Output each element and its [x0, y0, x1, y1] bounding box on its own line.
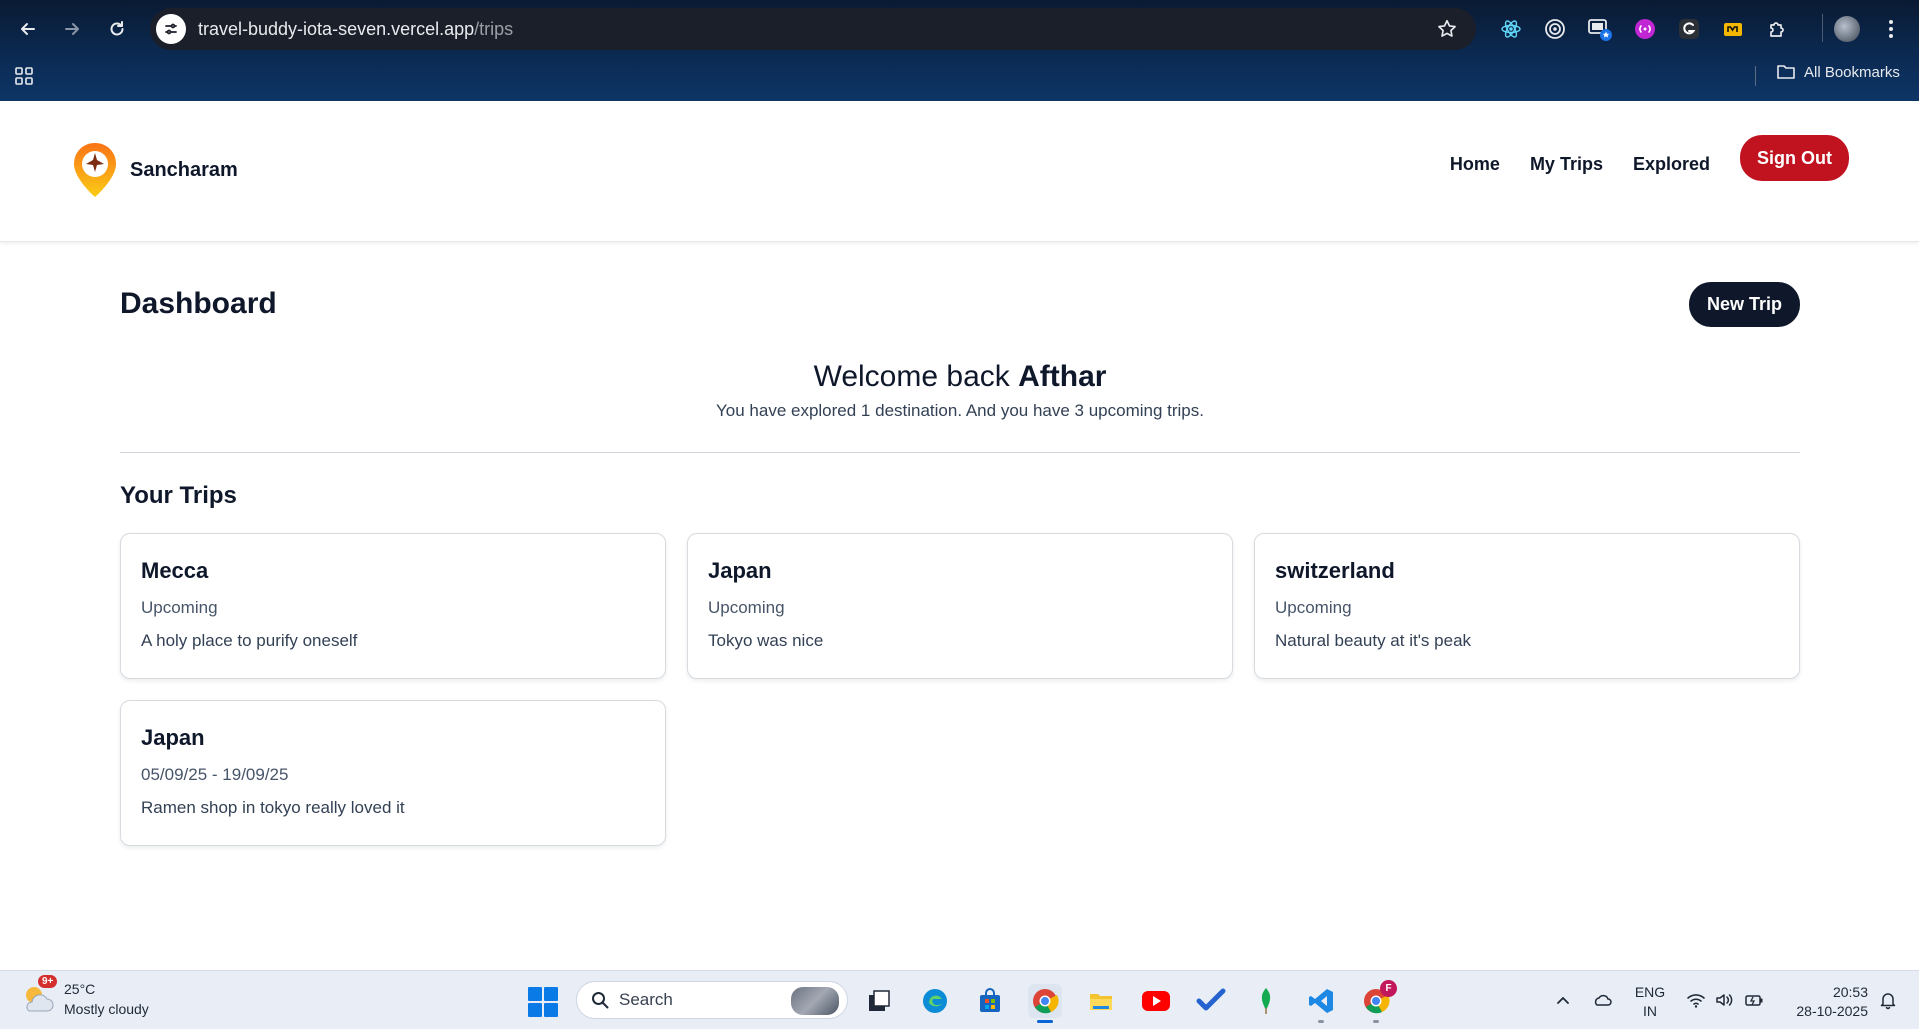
url-path: /trips — [474, 18, 514, 39]
folder-icon — [1777, 65, 1795, 79]
active-indicator — [1037, 1020, 1053, 1023]
toolbar-separator — [1822, 14, 1823, 42]
clock-time: 20:53 — [1832, 984, 1868, 1000]
grammarly-icon[interactable] — [1676, 16, 1702, 42]
apps-grid-icon[interactable] — [14, 66, 34, 86]
all-bookmarks-button[interactable]: All Bookmarks — [1776, 63, 1900, 81]
trip-status: Upcoming — [141, 598, 218, 617]
extension-yellow-icon[interactable] — [1720, 16, 1746, 42]
weather-widget[interactable]: 9+ 25°C Mostly cloudy — [20, 975, 149, 1019]
onedrive-cloud-icon[interactable] — [1592, 990, 1612, 1010]
url-text: travel-buddy-iota-seven.vercel.app/trips — [198, 19, 513, 40]
app-header: Sancharam Home My Trips Explored Sign Ou… — [0, 101, 1919, 242]
clock[interactable]: 20:53 28-10-2025 — [1778, 983, 1868, 1021]
clock-date: 28-10-2025 — [1796, 1003, 1868, 1019]
divider — [120, 452, 1800, 453]
new-trip-button[interactable]: New Trip — [1689, 282, 1800, 327]
search-highlight-icon — [791, 987, 839, 1015]
browser-toolbar: travel-buddy-iota-seven.vercel.app/trips — [0, 0, 1919, 58]
your-trips-heading: Your Trips — [120, 482, 237, 509]
notification-bell-icon[interactable] — [1878, 990, 1898, 1010]
trip-title: Japan — [708, 558, 772, 583]
weather-condition: Mostly cloudy — [64, 1001, 149, 1017]
site-info-icon[interactable] — [156, 14, 186, 44]
trip-description: Tokyo was nice — [708, 631, 824, 650]
weather-badge: 9+ — [38, 975, 58, 988]
todo-check-icon[interactable] — [1194, 984, 1228, 1018]
wifi-icon[interactable] — [1686, 990, 1706, 1010]
trip-grid: Mecca Upcoming A holy place to purify on… — [120, 533, 1800, 846]
trip-card[interactable]: Japan 05/09/25 - 19/09/25 Ramen shop in … — [120, 700, 666, 846]
nav-my-trips[interactable]: My Trips — [1530, 154, 1603, 175]
nav-home[interactable]: Home — [1450, 154, 1500, 175]
map-pin-plane-logo-icon — [74, 143, 116, 197]
chrome-profile-icon[interactable]: F — [1359, 980, 1397, 1023]
edge-icon[interactable] — [918, 984, 952, 1018]
forward-icon[interactable] — [58, 15, 86, 43]
menu-kebab-icon[interactable] — [1878, 16, 1904, 42]
vscode-icon[interactable] — [1304, 984, 1338, 1023]
screen-share-icon[interactable] — [1587, 16, 1613, 42]
url-host: travel-buddy-iota-seven.vercel.app — [198, 18, 475, 39]
profile-badge: F — [1380, 980, 1397, 997]
trip-summary: You have explored 1 destination. And you… — [716, 401, 1204, 420]
trip-card[interactable]: Mecca Upcoming A holy place to purify on… — [120, 533, 666, 679]
language-indicator[interactable]: ENG IN — [1630, 983, 1670, 1021]
welcome-prefix: Welcome back — [813, 360, 1010, 393]
trip-description: Natural beauty at it's peak — [1275, 631, 1472, 650]
brand-link[interactable]: Sancharam — [70, 141, 238, 199]
running-indicator — [1318, 1020, 1324, 1023]
task-view-icon[interactable] — [862, 984, 896, 1018]
puzzle-icon[interactable] — [1764, 16, 1790, 42]
weather-text: 25°C Mostly cloudy — [64, 979, 149, 1019]
reload-icon[interactable] — [103, 15, 131, 43]
page-title: Dashboard — [120, 287, 277, 320]
back-icon[interactable] — [14, 15, 42, 43]
running-indicator — [1373, 1020, 1379, 1023]
top-nav: Home My Trips Explored Sign Out — [1450, 135, 1849, 181]
search-icon — [592, 992, 609, 1009]
welcome-heading: Welcome back Afthar — [120, 360, 1800, 394]
region-code: IN — [1643, 1003, 1657, 1019]
battery-icon[interactable] — [1744, 990, 1764, 1010]
taskbar-search[interactable]: Search — [576, 981, 848, 1019]
chrome-taskbar-icon[interactable] — [1028, 984, 1062, 1023]
nav-explored[interactable]: Explored — [1633, 154, 1710, 175]
bookmarks-separator — [1755, 66, 1756, 86]
star-icon[interactable] — [1436, 18, 1458, 40]
lang-code: ENG — [1634, 984, 1666, 1000]
trip-card[interactable]: switzerland Upcoming Natural beauty at i… — [1254, 533, 1800, 679]
trip-card[interactable]: Japan Upcoming Tokyo was nice — [687, 533, 1233, 679]
file-explorer-icon[interactable] — [1084, 984, 1118, 1018]
trip-status: Upcoming — [1275, 598, 1352, 617]
all-bookmarks-label: All Bookmarks — [1804, 63, 1900, 81]
cloudy-weather-icon: 9+ — [20, 975, 58, 1017]
volume-icon[interactable] — [1714, 990, 1734, 1010]
trip-description: Ramen shop in tokyo really loved it — [141, 798, 405, 817]
windows-taskbar: 9+ 25°C Mostly cloudy Search F ENG IN 20… — [0, 970, 1919, 1029]
trip-description: A holy place to purify oneself — [141, 631, 358, 650]
react-devtools-icon[interactable] — [1498, 16, 1524, 42]
sign-out-button[interactable]: Sign Out — [1740, 135, 1849, 181]
address-bar[interactable]: travel-buddy-iota-seven.vercel.app/trips — [150, 8, 1476, 50]
trip-title: Japan — [141, 725, 205, 750]
temperature: 25°C — [64, 981, 96, 997]
chevron-up-icon[interactable] — [1553, 990, 1573, 1010]
bookmarks-bar: All Bookmarks — [0, 58, 1919, 101]
browser-chrome: travel-buddy-iota-seven.vercel.app/trips — [0, 0, 1919, 101]
trip-dates: 05/09/25 - 19/09/25 — [141, 765, 289, 784]
user-name: Afthar — [1018, 360, 1107, 393]
mongodb-icon[interactable] — [1249, 984, 1283, 1018]
target-icon[interactable] — [1542, 16, 1568, 42]
youtube-icon[interactable] — [1139, 984, 1173, 1018]
brand-name: Sancharam — [130, 158, 238, 181]
trip-title: Mecca — [141, 558, 209, 583]
profile-avatar[interactable] — [1834, 16, 1860, 42]
microsoft-store-icon[interactable] — [973, 984, 1007, 1018]
search-placeholder: Search — [619, 990, 673, 1009]
extension-purple-icon[interactable] — [1632, 16, 1658, 42]
trip-status: Upcoming — [708, 598, 785, 617]
trip-title: switzerland — [1275, 558, 1395, 583]
windows-start-icon[interactable] — [528, 987, 558, 1017]
